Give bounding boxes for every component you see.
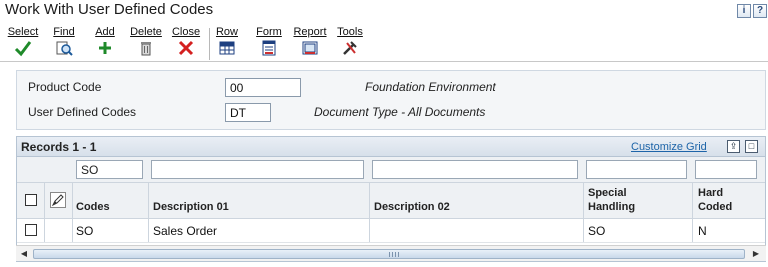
- customize-grid-link[interactable]: Customize Grid: [631, 141, 707, 153]
- product-code-label: Product Code: [28, 80, 102, 94]
- hard-coded-header-line1: Hard: [698, 187, 724, 199]
- window-title: Work With User Defined Codes: [5, 1, 214, 18]
- qbe-codes-input[interactable]: SO: [76, 160, 143, 179]
- records-count: Records 1 - 1: [21, 140, 97, 154]
- close-label: Close: [171, 26, 201, 38]
- row-label: Row: [215, 26, 238, 38]
- description02-column-header[interactable]: Description 02: [374, 201, 450, 214]
- scroll-grip-icon: [389, 252, 399, 257]
- product-code-field[interactable]: 00: [225, 78, 301, 97]
- select-label: Select: [7, 26, 39, 38]
- report-menu[interactable]: Report: [292, 26, 328, 57]
- export-icon[interactable]: ⇪: [727, 140, 740, 153]
- form-label: Form: [256, 26, 282, 38]
- udc-label: User Defined Codes: [28, 105, 137, 119]
- find-icon: [50, 39, 78, 57]
- records-grid: Records 1 - 1 Customize Grid ⇪ □ SO Code…: [16, 136, 766, 262]
- form-menu[interactable]: Form: [254, 26, 284, 57]
- description01-cell: Sales Order: [153, 224, 218, 238]
- scroll-right-icon[interactable]: ▶: [750, 248, 762, 260]
- tools-label: Tools: [337, 26, 363, 38]
- report-label: Report: [293, 26, 327, 38]
- hard-coded-cell: N: [698, 224, 707, 238]
- description01-column-header[interactable]: Description 01: [153, 201, 229, 214]
- header-panel: Product Code 00 Foundation Environment U…: [16, 70, 766, 130]
- close-icon: [171, 39, 201, 57]
- find-label: Find: [53, 26, 75, 38]
- plus-icon: [92, 39, 118, 57]
- product-code-description: Foundation Environment: [365, 80, 496, 94]
- tools-menu[interactable]: Tools: [336, 26, 364, 57]
- select-all-checkbox[interactable]: [25, 194, 37, 206]
- row-grid-icon: [214, 39, 240, 57]
- special-handling-column-header[interactable]: Special Handling: [588, 187, 635, 214]
- special-handling-header-line1: Special: [588, 187, 627, 199]
- hard-coded-header-line2: Coded: [698, 201, 733, 213]
- qbe-row: SO: [17, 157, 765, 183]
- delete-label: Delete: [130, 26, 162, 38]
- toolbar-divider: [209, 28, 210, 60]
- report-icon: [292, 39, 328, 57]
- help-icon[interactable]: ?: [753, 4, 767, 18]
- hard-coded-column-header[interactable]: Hard Coded: [698, 187, 732, 214]
- find-button[interactable]: Find: [50, 26, 78, 57]
- row-menu[interactable]: Row: [214, 26, 240, 57]
- qbe-hard-coded-input[interactable]: [695, 160, 757, 179]
- info-icon[interactable]: i: [737, 4, 751, 18]
- special-handling-header-line2: Handling: [588, 201, 636, 213]
- add-button[interactable]: Add: [92, 26, 118, 57]
- qbe-description02-input[interactable]: [372, 160, 578, 179]
- grid-header: Records 1 - 1 Customize Grid ⇪ □: [17, 137, 765, 157]
- codes-column-header[interactable]: Codes: [76, 201, 110, 214]
- table-row[interactable]: SO Sales Order SO N: [17, 219, 765, 243]
- maximize-icon[interactable]: □: [745, 140, 758, 153]
- edit-icon[interactable]: [50, 192, 66, 208]
- udc-field[interactable]: DT: [225, 103, 271, 122]
- special-handling-cell: SO: [588, 224, 606, 238]
- scroll-left-icon[interactable]: ◀: [18, 248, 30, 260]
- scroll-thumb[interactable]: [33, 249, 745, 259]
- codes-cell: SO: [76, 224, 94, 238]
- tools-icon: [336, 39, 364, 57]
- horizontal-scrollbar[interactable]: ◀ ▶: [16, 245, 766, 261]
- column-headers: Codes Description 01 Description 02 Spec…: [17, 183, 765, 219]
- title-bar: Work With User Defined Codes i ?: [0, 0, 768, 22]
- toolbar: Select Find Add Delete Close Row Form Re…: [0, 24, 768, 62]
- qbe-special-handling-input[interactable]: [586, 160, 687, 179]
- close-button[interactable]: Close: [171, 26, 201, 57]
- add-label: Add: [95, 26, 115, 38]
- select-button[interactable]: Select: [6, 26, 40, 57]
- delete-button[interactable]: Delete: [129, 26, 163, 57]
- qbe-description01-input[interactable]: [151, 160, 364, 179]
- udc-description: Document Type - All Documents: [314, 105, 486, 119]
- checkmark-icon: [6, 39, 40, 57]
- trash-icon: [129, 39, 163, 57]
- form-icon: [254, 39, 284, 57]
- row-select-checkbox[interactable]: [25, 224, 37, 236]
